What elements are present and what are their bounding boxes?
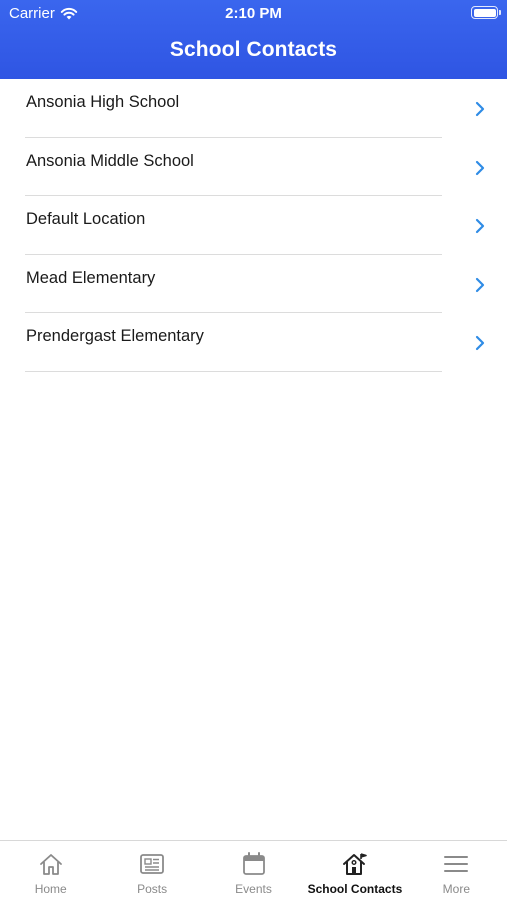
battery-icon bbox=[471, 6, 501, 19]
list-item-label: Default Location bbox=[26, 210, 146, 229]
list-item-label: Mead Elementary bbox=[26, 268, 156, 287]
calendar-icon bbox=[242, 852, 265, 875]
tab-label: Events bbox=[235, 882, 272, 896]
chevron-right-icon bbox=[475, 160, 485, 175]
list-item-label: Prendergast Elementary bbox=[26, 327, 204, 346]
list-item[interactable]: Mead Elementary bbox=[0, 255, 507, 314]
chevron-right-icon bbox=[475, 277, 485, 292]
list-item[interactable]: Prendergast Elementary bbox=[0, 313, 507, 372]
school-contacts-list: Ansonia High School Ansonia Middle Schoo… bbox=[0, 79, 507, 372]
status-bar: Carrier 2:10 PM bbox=[0, 0, 507, 28]
tab-label: More bbox=[442, 882, 470, 896]
tab-posts[interactable]: Posts bbox=[101, 841, 202, 900]
chevron-right-icon bbox=[475, 101, 485, 117]
school-house-icon bbox=[342, 853, 367, 875]
tab-more[interactable]: More bbox=[406, 841, 507, 900]
tab-bar: Home Posts Events School Contacts More bbox=[0, 840, 507, 900]
menu-icon bbox=[444, 856, 469, 872]
list-item-label: Ansonia Middle School bbox=[26, 151, 194, 170]
list-item[interactable]: Ansonia High School bbox=[0, 79, 507, 138]
chevron-right-icon bbox=[475, 336, 485, 351]
chevron-right-icon bbox=[475, 219, 485, 234]
list-item[interactable]: Ansonia Middle School bbox=[0, 138, 507, 197]
status-time: 2:10 PM bbox=[225, 5, 282, 22]
tab-home[interactable]: Home bbox=[0, 841, 101, 900]
tab-label: School Contacts bbox=[307, 882, 403, 896]
divider bbox=[25, 370, 442, 372]
tab-events[interactable]: Events bbox=[203, 841, 304, 900]
list-item-label: Ansonia High School bbox=[26, 93, 180, 111]
newspaper-icon bbox=[140, 854, 165, 874]
page-title: School Contacts bbox=[169, 38, 338, 61]
home-icon bbox=[39, 854, 62, 875]
tab-label: Home bbox=[34, 882, 67, 896]
list-item[interactable]: Default Location bbox=[0, 196, 507, 255]
nav-header: Carrier 2:10 PM School Contacts bbox=[0, 0, 507, 79]
tab-school-contacts[interactable]: School Contacts bbox=[304, 841, 405, 900]
tab-label: Posts bbox=[137, 882, 168, 896]
